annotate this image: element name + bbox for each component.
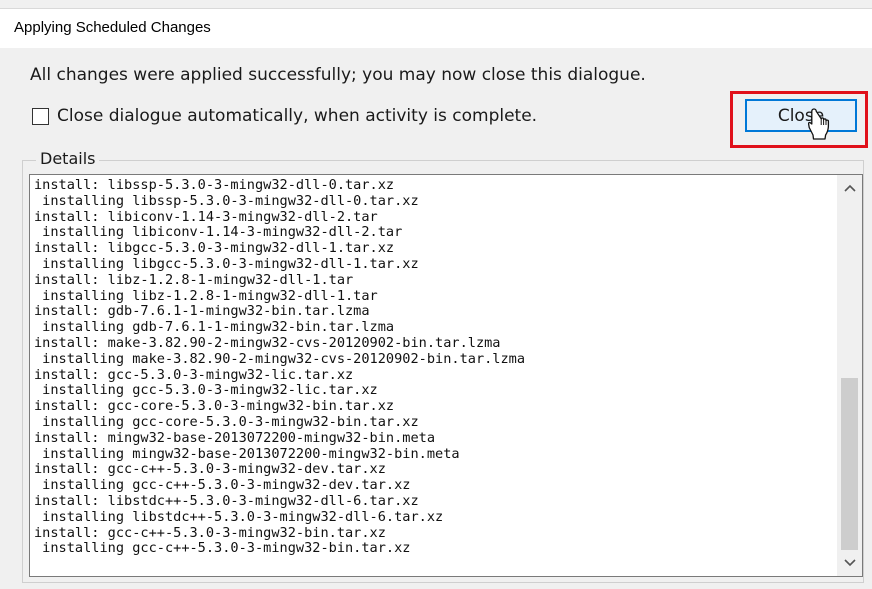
log-line: install: make-3.82.90-2-mingw32-cvs-2012… — [34, 334, 501, 351]
auto-close-option[interactable]: Close dialogue automatically, when activ… — [32, 106, 537, 126]
log-line: install: gcc-core-5.3.0-3-mingw32-bin.ta… — [34, 398, 395, 415]
details-log[interactable]: install: libssp-5.3.0-3-mingw32-dll-0.ta… — [29, 174, 863, 577]
auto-close-checkbox[interactable] — [32, 107, 49, 125]
window-title: Applying Scheduled Changes — [14, 19, 211, 36]
log-line: install: gcc-c++-5.3.0-3-mingw32-bin.tar… — [34, 524, 386, 541]
log-line: installing libz-1.2.8-1-mingw32-dll-1.ta… — [34, 287, 378, 304]
log-line: install: gcc-c++-5.3.0-3-mingw32-dev.tar… — [34, 461, 386, 478]
auto-close-label: Close dialogue automatically, when activ… — [57, 106, 538, 126]
log-line: installing libssp-5.3.0-3-mingw32-dll-0.… — [34, 192, 419, 209]
vertical-scrollbar[interactable] — [837, 175, 862, 576]
log-line: installing gcc-core-5.3.0-3-mingw32-bin.… — [34, 413, 419, 430]
log-lines: install: libssp-5.3.0-3-mingw32-dll-0.ta… — [34, 177, 834, 557]
close-button[interactable]: Close — [745, 99, 857, 132]
log-line: installing libgcc-5.3.0-3-mingw32-dll-1.… — [34, 255, 419, 272]
title-bar: Applying Scheduled Changes — [0, 8, 872, 48]
log-line: install: gdb-7.6.1-1-mingw32-bin.tar.lzm… — [34, 303, 370, 320]
log-line: install: libgcc-5.3.0-3-mingw32-dll-1.ta… — [34, 240, 395, 257]
details-label: Details — [36, 149, 100, 168]
log-line: installing gcc-c++-5.3.0-3-mingw32-dev.t… — [34, 477, 411, 494]
log-line: install: libiconv-1.14-3-mingw32-dll-2.t… — [34, 208, 378, 225]
log-line: install: gcc-5.3.0-3-mingw32-lic.tar.xz — [34, 366, 354, 383]
log-line: install: mingw32-base-2013072200-mingw32… — [34, 429, 436, 446]
log-line: installing libstdc++-5.3.0-3-mingw32-dll… — [34, 508, 444, 525]
log-line: installing gcc-c++-5.3.0-3-mingw32-bin.t… — [34, 540, 411, 557]
scroll-thumb[interactable] — [841, 378, 858, 550]
chevron-up-icon — [843, 184, 856, 192]
scroll-down-button[interactable] — [837, 552, 862, 574]
log-line: install: libstdc++-5.3.0-3-mingw32-dll-6… — [34, 492, 419, 509]
log-line: installing make-3.82.90-2-mingw32-cvs-20… — [34, 350, 526, 367]
log-line: installing libiconv-1.14-3-mingw32-dll-2… — [34, 224, 403, 241]
dialog-window: Applying Scheduled Changes All changes w… — [0, 0, 872, 589]
status-message: All changes were applied successfully; y… — [30, 65, 646, 85]
log-line: install: libz-1.2.8-1-mingw32-dll-1.tar — [34, 271, 354, 288]
log-line: installing mingw32-base-2013072200-mingw… — [34, 445, 460, 462]
chevron-down-icon — [843, 559, 856, 567]
log-line: installing gdb-7.6.1-1-mingw32-bin.tar.l… — [34, 319, 395, 336]
scroll-up-button[interactable] — [837, 177, 862, 199]
log-line: installing gcc-5.3.0-3-mingw32-lic.tar.x… — [34, 382, 378, 399]
mouse-pointer-icon — [808, 108, 830, 140]
log-line: install: libssp-5.3.0-3-mingw32-dll-0.ta… — [34, 177, 395, 193]
